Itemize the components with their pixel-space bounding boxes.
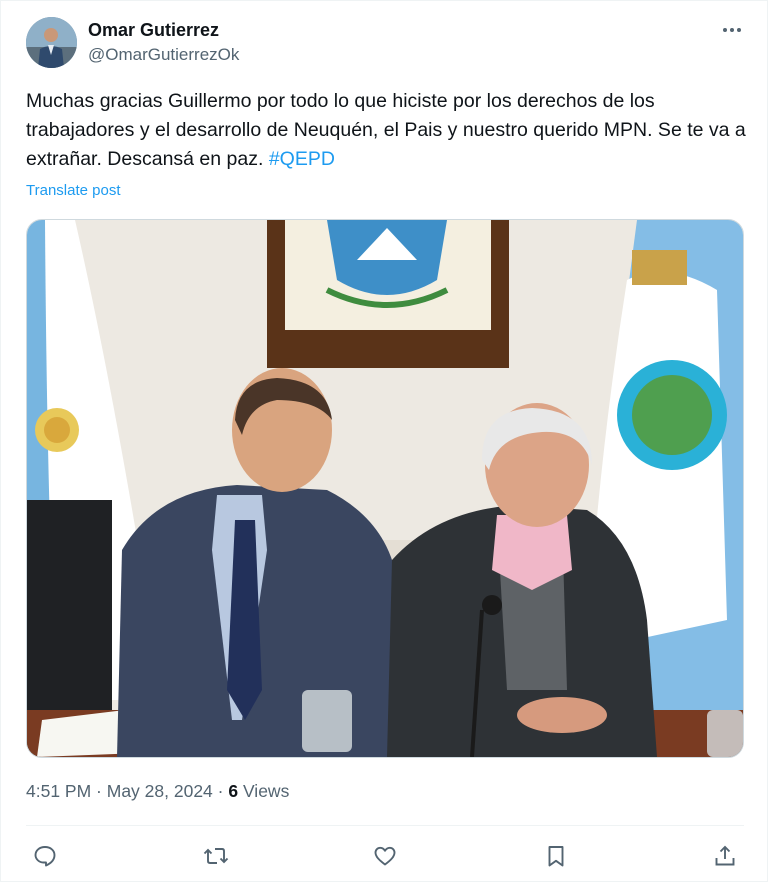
translate-post-link[interactable]: Translate post [26, 182, 121, 199]
post-meta: 4:51 PM · May 28, 2024 · 6 Views [26, 781, 289, 802]
more-options-icon[interactable] [722, 23, 742, 37]
avatar-photo [26, 17, 77, 68]
post-time[interactable]: 4:51 PM [26, 781, 91, 801]
views-label: Views [238, 781, 290, 801]
action-bar [26, 837, 744, 875]
author-name[interactable]: Omar Gutierrez [88, 20, 219, 41]
share-icon[interactable] [710, 841, 740, 871]
divider [26, 825, 744, 826]
post-text: Muchas gracias Guillermo por todo lo que… [26, 87, 751, 174]
reply-icon[interactable] [30, 841, 60, 871]
retweet-icon[interactable] [201, 841, 231, 871]
post-body: Muchas gracias Guillermo por todo lo que… [26, 90, 752, 170]
like-icon[interactable] [370, 841, 400, 871]
meta-separator: · [212, 781, 229, 801]
post-image[interactable] [26, 219, 744, 758]
author-handle[interactable]: @OmarGutierrezOk [88, 45, 239, 65]
hashtag-link[interactable]: #QEPD [269, 148, 335, 170]
post-card: Omar Gutierrez @OmarGutierrezOk Muchas g… [0, 0, 768, 882]
bookmark-icon[interactable] [541, 841, 571, 871]
views-count: 6 [228, 781, 239, 801]
post-date[interactable]: May 28, 2024 [107, 781, 213, 801]
meta-separator: · [91, 781, 107, 801]
post-header: Omar Gutierrez @OmarGutierrezOk [26, 17, 746, 69]
avatar[interactable] [26, 17, 77, 68]
photo-two-men-icon [27, 220, 743, 757]
